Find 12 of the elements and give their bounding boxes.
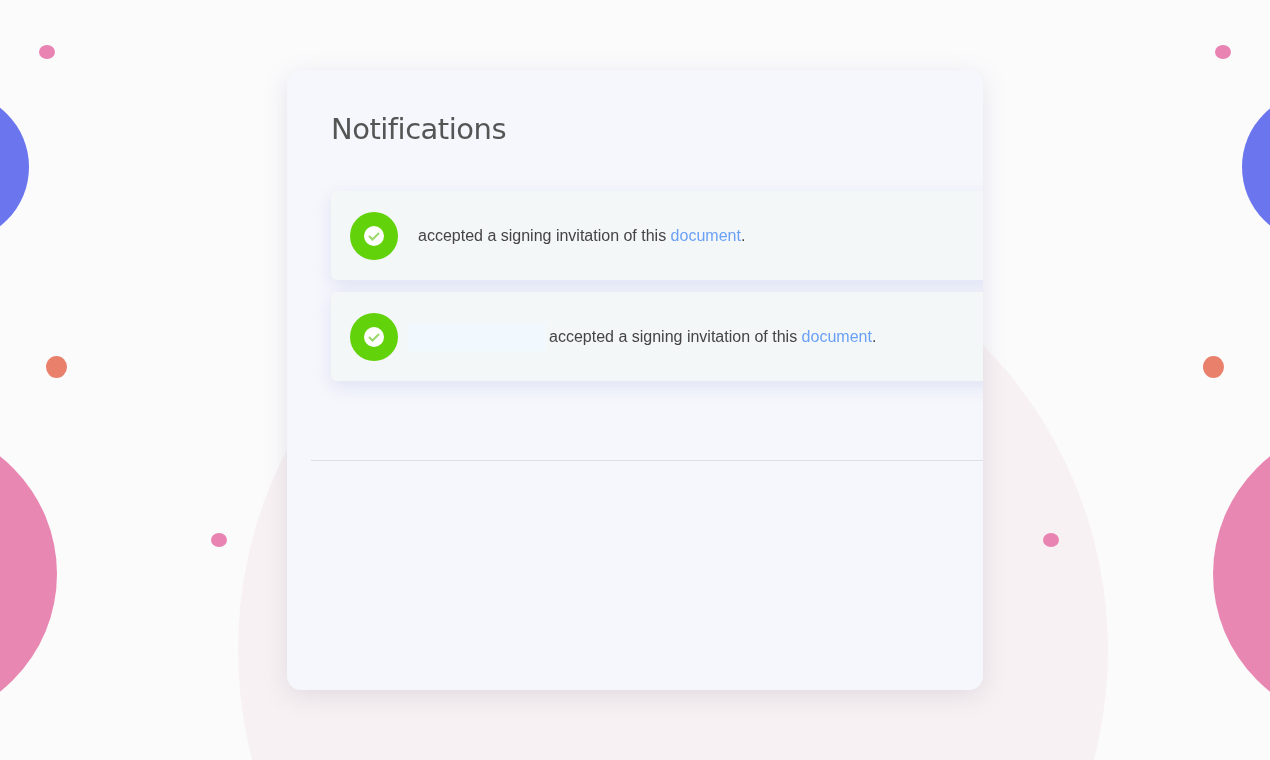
check-icon [350,211,398,260]
document-link[interactable]: document [670,226,741,244]
decorative-dot [46,356,67,378]
decorative-dot [39,45,55,59]
decorative-dot [1215,45,1231,59]
notification-text: accepted a signing invitation of this document. [549,327,877,346]
check-icon [350,312,398,361]
document-link[interactable]: document [801,327,872,345]
decorative-dot [211,533,227,547]
panel-title: Notifications [331,112,507,146]
decorative-dot [1203,356,1224,378]
notification-text: accepted a signing invitation of this document. [418,226,746,245]
